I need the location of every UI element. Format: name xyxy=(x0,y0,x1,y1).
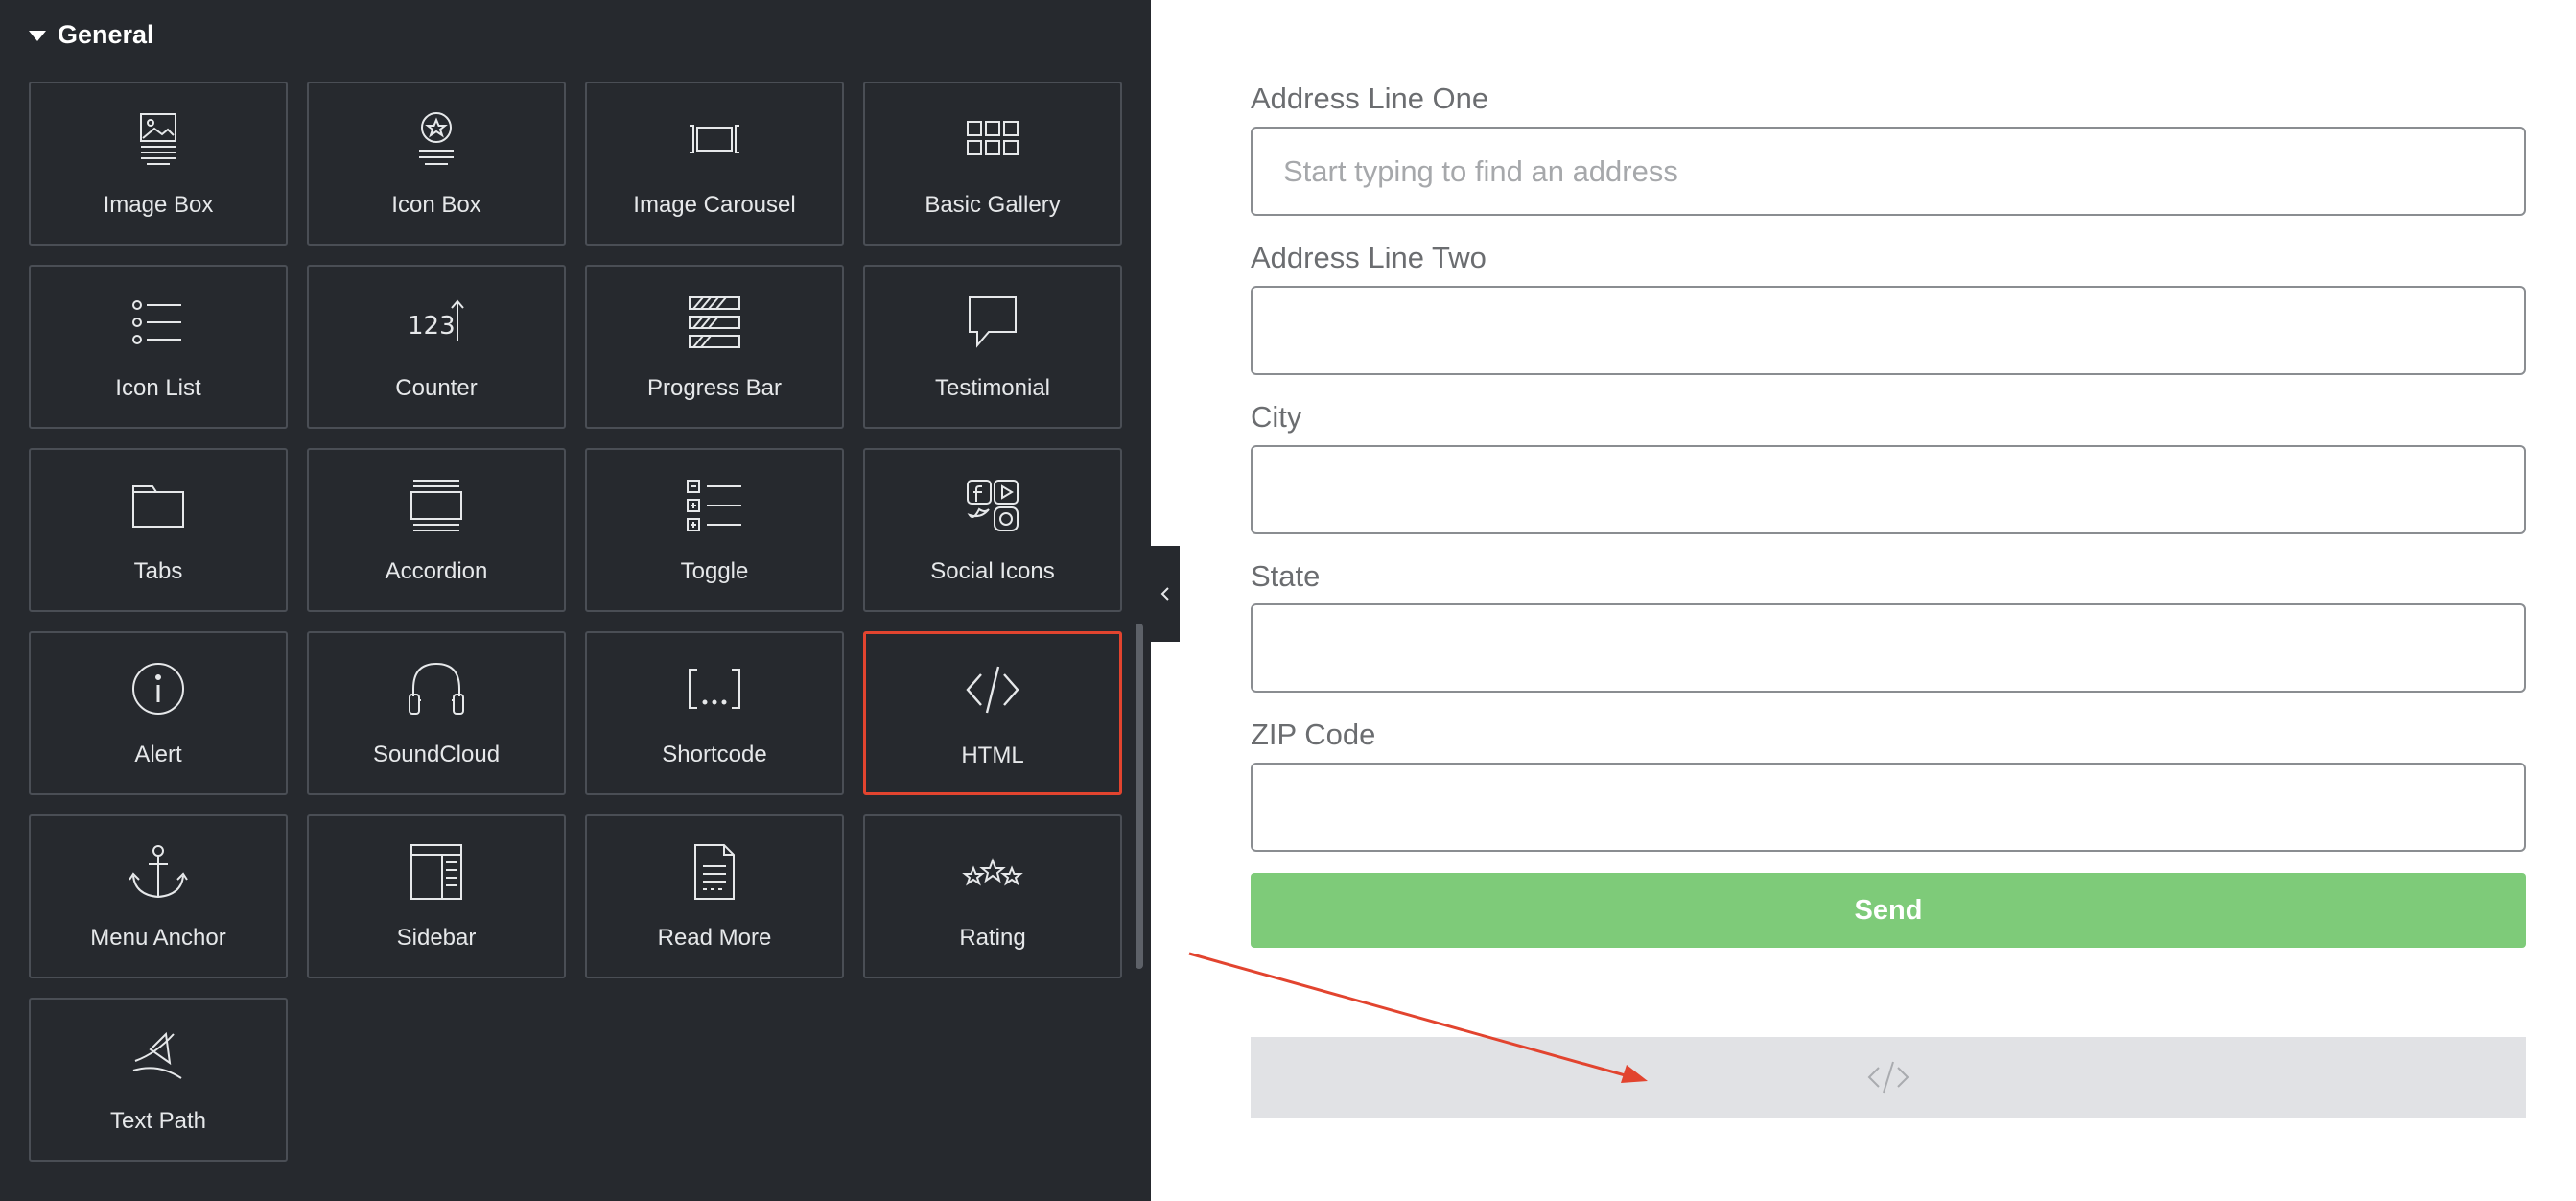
widget-image-carousel[interactable]: Image Carousel xyxy=(585,82,844,246)
icon-list-icon xyxy=(128,292,189,353)
widget-label: Toggle xyxy=(680,558,749,584)
counter-glyph: 123 xyxy=(408,312,456,341)
widget-icon-list[interactable]: Icon List xyxy=(29,265,288,429)
icon-box-icon xyxy=(406,108,467,170)
widget-testimonial[interactable]: Testimonial xyxy=(863,265,1122,429)
widget-counter[interactable]: 123 Counter xyxy=(307,265,566,429)
section-title: General xyxy=(58,19,154,49)
widget-label: Sidebar xyxy=(396,925,477,951)
rating-stars-icon xyxy=(962,841,1023,903)
address-line-one-label: Address Line One xyxy=(1251,82,1489,115)
widget-menu-anchor[interactable]: Menu Anchor xyxy=(29,814,288,978)
html-code-icon xyxy=(1867,1061,1909,1094)
widget-label: Shortcode xyxy=(662,742,767,767)
soundcloud-icon xyxy=(406,658,467,719)
zip-code-label: ZIP Code xyxy=(1251,718,1376,751)
widget-label: Progress Bar xyxy=(646,375,783,401)
widget-label: Rating xyxy=(959,925,1026,951)
city-input[interactable] xyxy=(1251,445,2526,534)
widget-alert[interactable]: Alert xyxy=(29,631,288,795)
widget-label: Social Icons xyxy=(930,558,1055,584)
progress-bar-icon xyxy=(684,292,745,353)
image-box-icon xyxy=(128,108,189,170)
state-label: State xyxy=(1251,559,1321,593)
social-icons-icon xyxy=(962,475,1023,536)
address-line-two-label: Address Line Two xyxy=(1251,241,1487,274)
image-carousel-icon xyxy=(684,108,745,170)
alert-icon xyxy=(128,658,189,719)
widget-label: Text Path xyxy=(109,1108,207,1134)
widget-read-more[interactable]: Read More xyxy=(585,814,844,978)
address-line-one-input[interactable] xyxy=(1251,127,2526,216)
read-more-icon xyxy=(684,841,745,903)
city-label: City xyxy=(1251,400,1302,434)
text-path-icon xyxy=(128,1024,189,1086)
toggle-icon xyxy=(684,475,745,536)
widget-shortcode[interactable]: Shortcode xyxy=(585,631,844,795)
widget-label: Image Box xyxy=(103,192,214,218)
html-code-icon xyxy=(962,659,1023,720)
address-line-two-input[interactable] xyxy=(1251,286,2526,375)
widget-label: Icon List xyxy=(115,375,201,401)
widget-label: HTML xyxy=(961,742,1024,768)
widget-label: Testimonial xyxy=(934,375,1051,401)
sidebar-icon xyxy=(406,841,467,903)
counter-icon: 123 xyxy=(406,292,467,353)
caret-down-icon xyxy=(29,30,46,41)
widget-tabs[interactable]: Tabs xyxy=(29,448,288,612)
chevron-left-icon xyxy=(1160,587,1169,600)
testimonial-icon xyxy=(962,292,1023,353)
widget-progress-bar[interactable]: Progress Bar xyxy=(585,265,844,429)
widget-label: Icon Box xyxy=(391,192,481,218)
accordion-icon xyxy=(406,475,467,536)
widget-rating[interactable]: Rating xyxy=(863,814,1122,978)
widget-icon-box[interactable]: Icon Box xyxy=(307,82,566,246)
section-header-general[interactable]: General xyxy=(29,17,154,52)
widget-label: Read More xyxy=(657,925,772,951)
send-button[interactable]: Send xyxy=(1251,873,2526,948)
basic-gallery-icon xyxy=(962,108,1023,170)
state-input[interactable] xyxy=(1251,603,2526,693)
widget-sidebar[interactable]: Sidebar xyxy=(307,814,566,978)
widgets-panel: General Image Box Icon Box Image Carouse… xyxy=(0,0,1151,1201)
widget-social-icons[interactable]: Social Icons xyxy=(863,448,1122,612)
html-widget-placeholder[interactable] xyxy=(1251,1037,2526,1118)
widget-html[interactable]: HTML xyxy=(863,631,1122,795)
tabs-icon xyxy=(128,475,189,536)
widget-basic-gallery[interactable]: Basic Gallery xyxy=(863,82,1122,246)
widget-text-path[interactable]: Text Path xyxy=(29,998,288,1162)
anchor-icon xyxy=(128,841,189,903)
widget-label: Counter xyxy=(395,375,478,401)
widget-label: Basic Gallery xyxy=(925,192,1061,218)
widget-label: Alert xyxy=(134,742,182,767)
widget-label: Accordion xyxy=(385,558,488,584)
zip-code-input[interactable] xyxy=(1251,763,2526,852)
widget-label: Image Carousel xyxy=(633,192,796,218)
widget-accordion[interactable]: Accordion xyxy=(307,448,566,612)
widget-soundcloud[interactable]: SoundCloud xyxy=(307,631,566,795)
widget-label: Tabs xyxy=(133,558,183,584)
panel-scrollbar[interactable] xyxy=(1136,624,1143,969)
widget-image-box[interactable]: Image Box xyxy=(29,82,288,246)
widgets-grid: Image Box Icon Box Image Carousel Basic … xyxy=(29,82,1122,1162)
collapse-panel-button[interactable] xyxy=(1151,546,1180,642)
shortcode-icon xyxy=(684,658,745,719)
widget-label: SoundCloud xyxy=(372,742,501,767)
widget-toggle[interactable]: Toggle xyxy=(585,448,844,612)
widget-label: Menu Anchor xyxy=(90,925,226,951)
